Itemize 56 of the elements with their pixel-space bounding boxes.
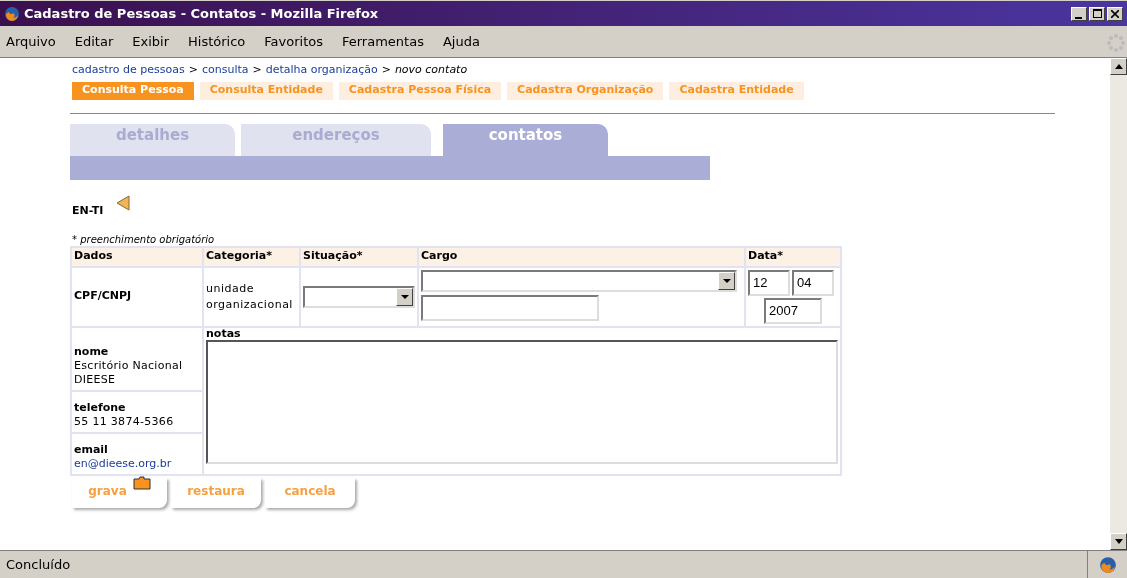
dropdown-arrow-icon bbox=[400, 294, 409, 299]
menu-item[interactable]: Ferramentas bbox=[341, 31, 424, 52]
minimize-icon bbox=[1075, 15, 1083, 20]
email-link[interactable]: en@dieese.org.br bbox=[74, 456, 200, 471]
notes-field[interactable] bbox=[206, 339, 838, 464]
menu-item[interactable]: Editar bbox=[74, 31, 114, 52]
breadcrumb-current: novo contato bbox=[394, 62, 468, 78]
column-header: Situação* bbox=[301, 247, 417, 266]
back-arrow-icon[interactable] bbox=[115, 193, 132, 212]
field-value: Escritório Nacional DIEESE bbox=[74, 358, 184, 387]
column-header: Dados bbox=[72, 247, 202, 266]
folder-icon bbox=[132, 475, 151, 490]
breadcrumb-link[interactable]: consulta bbox=[201, 62, 249, 79]
table-cell: unidade organizacional bbox=[204, 267, 299, 326]
column-header: Cargo bbox=[419, 247, 744, 266]
menu-item[interactable]: Histórico bbox=[188, 31, 246, 52]
breadcrumb-separator: > bbox=[188, 62, 198, 78]
throbber-icon bbox=[1107, 34, 1125, 52]
select-field[interactable] bbox=[421, 269, 737, 292]
menu-item[interactable]: Exibir bbox=[132, 31, 169, 52]
down-arrow-icon bbox=[1114, 539, 1123, 544]
maximize-icon bbox=[1092, 9, 1102, 18]
entity-code: EN-TI bbox=[72, 203, 104, 219]
required-note: * preenchimento obrigatório bbox=[72, 233, 216, 246]
maximize-button[interactable] bbox=[1089, 6, 1105, 21]
column-header: Categoria* bbox=[204, 247, 299, 266]
date-field[interactable]: 2007 bbox=[764, 297, 822, 324]
select-field[interactable] bbox=[303, 285, 415, 308]
firefox-icon bbox=[1098, 555, 1117, 574]
breadcrumb-separator: > bbox=[252, 62, 262, 78]
date-field[interactable]: 04 bbox=[792, 269, 834, 296]
window-title: Cadastro de Pessoas - Contatos - Mozilla Firefox bbox=[24, 4, 379, 23]
firefox-icon bbox=[4, 5, 20, 22]
breadcrumb-link[interactable]: detalha organização bbox=[265, 62, 378, 79]
table-cell: CPF/CNPJ bbox=[72, 267, 202, 326]
field-label: notas bbox=[206, 327, 242, 340]
breadcrumb-separator: > bbox=[381, 62, 391, 78]
field-value: 55 11 3874-5366 bbox=[74, 414, 175, 429]
field-label: nome bbox=[74, 344, 110, 359]
status-text: Concluído bbox=[5, 555, 72, 574]
field-label: email bbox=[74, 442, 109, 457]
scroll-down-button[interactable] bbox=[1110, 533, 1127, 550]
date-field[interactable]: 12 bbox=[748, 269, 790, 296]
menu-item[interactable]: Favoritos bbox=[264, 31, 323, 52]
column-header: Data* bbox=[746, 247, 840, 266]
menu-item[interactable]: Arquivo bbox=[6, 31, 56, 52]
dropdown-arrow-icon bbox=[722, 278, 731, 283]
close-icon bbox=[1111, 9, 1119, 18]
field-label: telefone bbox=[74, 400, 127, 415]
menu-item[interactable]: Ajuda bbox=[442, 31, 480, 52]
minimize-button[interactable] bbox=[1071, 6, 1087, 21]
breadcrumb-link[interactable]: cadastro de pessoas bbox=[72, 62, 185, 79]
text-field[interactable] bbox=[421, 294, 599, 321]
close-button[interactable] bbox=[1107, 6, 1123, 21]
scroll-up-button[interactable] bbox=[1110, 58, 1127, 75]
up-arrow-icon bbox=[1114, 64, 1123, 69]
